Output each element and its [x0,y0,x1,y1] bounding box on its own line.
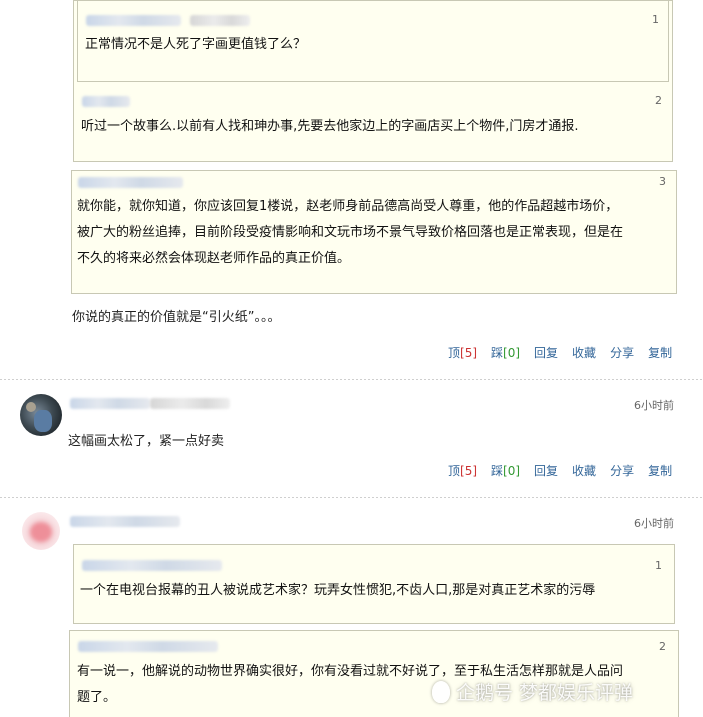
quote-text-line: 不久的将来必然会体现赵老师作品的真正价值。 [77,251,351,266]
blurred-username [78,177,183,188]
quote-text-line: 就你能，就你知道，你应该回复1楼说，赵老师身前品德高尚受人尊重，他的作品超越市场… [77,199,619,214]
downvote-count: [0] [503,464,521,478]
downvote-count: [0] [503,346,521,360]
blurred-username [78,641,218,652]
comment-text: 这幅画太松了，紧一点好卖 [68,434,225,449]
quote-floor-number: 3 [659,175,666,188]
quote-floor-number: 2 [655,94,662,107]
copy-button[interactable]: 复制 [648,464,672,478]
copy-button[interactable]: 复制 [648,346,672,360]
quote-text-line: 被广大的粉丝追捧，目前阶段受疫情影响和文玩市场不景气导致价格回落也是正常表现，但… [77,225,624,240]
blurred-username [82,96,130,107]
avatar[interactable] [20,394,62,436]
watermark-text: 企鹅号 梦都娱乐评弹 [456,682,634,704]
collect-button[interactable]: 收藏 [572,346,596,360]
quote-text: 正常情况不是人死了字画更值钱了么？ [85,37,307,52]
reply-button[interactable]: 回复 [534,464,558,478]
blurred-username [150,398,230,409]
share-button[interactable]: 分享 [610,464,634,478]
upvote-button[interactable]: 顶[5] [448,464,477,478]
blurred-username [70,516,180,527]
reply-text: 你说的真正的价值就是“引火纸”。。。 [72,310,281,325]
collect-button[interactable]: 收藏 [572,464,596,478]
reply-button[interactable]: 回复 [534,346,558,360]
comment-time: 6小时前 [634,517,674,530]
share-button[interactable]: 分享 [610,346,634,360]
quote-text: 听过一个故事么.以前有人找和珅办事,先要去他家边上的字画店买上个物件,门房才通报… [81,119,579,134]
penguin-logo-icon [432,681,450,703]
blurred-username [190,15,250,26]
quote-text-line: 题了。 [77,690,117,705]
comment-divider [0,379,703,380]
comment-time: 6小时前 [634,399,674,412]
comment-divider [0,497,703,498]
downvote-button[interactable]: 踩[0] [491,346,520,360]
quote-floor-number: 1 [655,559,662,572]
comment-actions: 顶[5] 踩[0] 回复 收藏 分享 复制 [434,462,672,479]
avatar[interactable] [22,512,60,550]
watermark: 企鹅号 梦都娱乐评弹 [432,678,700,710]
upvote-count: [5] [460,346,478,360]
quote-text: 一个在电视台报幕的丑人被说成艺术家？玩弄女性惯犯,不齿人口,那是对真正艺术家的污… [80,583,596,598]
upvote-count: [5] [460,464,478,478]
quote-floor-number: 2 [659,640,666,653]
blurred-username [86,15,181,26]
downvote-button[interactable]: 踩[0] [491,464,520,478]
quote-floor-number: 1 [652,13,659,26]
upvote-button[interactable]: 顶[5] [448,346,477,360]
blurred-username [82,560,222,571]
comment-actions: 顶[5] 踩[0] 回复 收藏 分享 复制 [434,344,672,361]
blurred-username [70,398,150,409]
